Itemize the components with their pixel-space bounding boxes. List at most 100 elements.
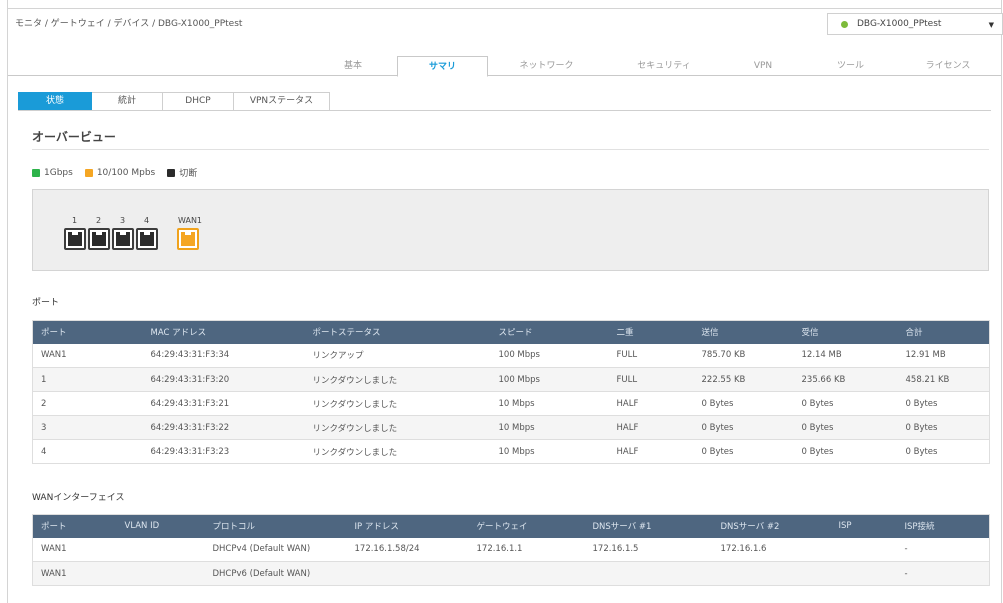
column-header[interactable]: ポート — [33, 515, 117, 538]
cell: WAN1 — [32, 561, 117, 586]
cell: WAN1 — [32, 343, 143, 368]
column-header[interactable]: 受信 — [794, 321, 898, 344]
black-swatch-icon — [167, 168, 176, 177]
cell: 10 Mbps — [490, 415, 609, 440]
port-label: 1 — [72, 216, 78, 225]
cell: - — [896, 561, 990, 586]
column-header[interactable]: 二重 — [609, 321, 694, 344]
legend-label: 切断 — [179, 169, 198, 179]
cell: 3 — [32, 415, 143, 440]
column-header[interactable]: ISP — [831, 515, 897, 538]
port-panel: 1 2 3 4 WAN1 — [32, 189, 989, 271]
cell: 0 Bytes — [793, 415, 898, 440]
column-header[interactable]: ゲートウェイ — [469, 515, 585, 538]
column-header[interactable]: 合計 — [898, 321, 990, 344]
tab-basic[interactable]: 基本 — [308, 56, 398, 76]
subtab-statistics[interactable]: 統計 — [92, 92, 163, 111]
port-label: 3 — [120, 216, 126, 225]
table-row[interactable]: 3 64:29:43:31:F3:22 リンクダウンしました 10 Mbps H… — [32, 415, 990, 440]
ports-table-title: ポート — [32, 298, 60, 308]
ethernet-port-icon[interactable] — [112, 228, 134, 250]
column-header[interactable]: スピード — [491, 321, 609, 344]
column-header[interactable]: プロトコル — [205, 515, 347, 538]
column-header[interactable]: DNSサーバ #2 — [713, 515, 831, 538]
cell: FULL — [608, 367, 694, 392]
table-header-row: ポート MAC アドレス ポートステータス スピード 二重 送信 受信 合計 — [32, 320, 990, 344]
legend-item-10-100: 10/100 Mpbs — [84, 167, 156, 178]
cell — [712, 561, 831, 586]
legend-item-1gbps: 1Gbps — [32, 168, 73, 178]
port-label: WAN1 — [178, 216, 203, 225]
table-row[interactable]: WAN1 DHCPv4 (Default WAN) 172.16.1.58/24… — [32, 537, 990, 562]
table-row[interactable]: 1 64:29:43:31:F3:20 リンクダウンしました 100 Mbps … — [32, 367, 990, 392]
column-header[interactable]: DNSサーバ #1 — [585, 515, 713, 538]
cell: - — [896, 537, 990, 562]
overview-divider — [32, 149, 989, 150]
frame-left-border — [7, 0, 8, 603]
cell: HALF — [608, 391, 694, 416]
cell: 12.14 MB — [793, 343, 898, 368]
column-header[interactable]: MAC アドレス — [143, 321, 305, 344]
cell: FULL — [608, 343, 694, 368]
cell: 0 Bytes — [897, 415, 990, 440]
cell: 172.16.1.5 — [584, 537, 713, 562]
legend-label: 1Gbps — [44, 167, 73, 178]
cell: 172.16.1.6 — [712, 537, 831, 562]
subtab-dhcp[interactable]: DHCP — [163, 92, 234, 111]
cell: 172.16.1.58/24 — [346, 537, 469, 562]
column-header[interactable]: ポートステータス — [305, 321, 491, 344]
cell: 0 Bytes — [693, 439, 794, 464]
cell: 64:29:43:31:F3:21 — [142, 391, 305, 416]
cell — [830, 561, 897, 586]
cell: 0 Bytes — [793, 391, 898, 416]
breadcrumb[interactable]: モニタ / ゲートウェイ / デバイス / DBG-X1000_PPtest — [15, 16, 242, 29]
column-header[interactable]: IP アドレス — [347, 515, 469, 538]
cell: リンクダウンしました — [304, 367, 491, 392]
cell: WAN1 — [32, 537, 117, 562]
ethernet-port-icon[interactable] — [64, 228, 86, 250]
cell — [584, 561, 713, 586]
cell: 100 Mbps — [490, 367, 609, 392]
status-dot-icon — [841, 20, 848, 28]
device-select-value: DBG-X1000_PPtest — [857, 19, 942, 29]
table-row[interactable]: 4 64:29:43:31:F3:23 リンクダウンしました 10 Mbps H… — [32, 439, 990, 464]
column-header[interactable]: ISP接続 — [897, 515, 990, 538]
table-row[interactable]: WAN1 64:29:43:31:F3:34 リンクアップ 100 Mbps F… — [32, 343, 990, 368]
cell — [116, 561, 205, 586]
cell: 10 Mbps — [490, 439, 609, 464]
cell: 64:29:43:31:F3:20 — [142, 367, 305, 392]
cell: 172.16.1.1 — [468, 537, 585, 562]
tab-security[interactable]: セキュリティ — [605, 56, 723, 76]
column-header[interactable]: 送信 — [694, 321, 794, 344]
tab-summary[interactable]: サマリ — [397, 56, 488, 77]
tab-license[interactable]: ライセンス — [898, 56, 998, 76]
cell: リンクダウンしました — [304, 415, 491, 440]
cell: 0 Bytes — [693, 415, 794, 440]
ethernet-port-icon[interactable] — [88, 228, 110, 250]
cell: 10 Mbps — [490, 391, 609, 416]
subtab-vpn-status[interactable]: VPNステータス — [234, 92, 330, 111]
subtab-status[interactable]: 状態 — [18, 92, 92, 111]
cell — [830, 537, 897, 562]
wan-port-icon[interactable] — [177, 228, 199, 250]
column-header[interactable]: VLAN ID — [117, 515, 205, 538]
ethernet-port-icon[interactable] — [136, 228, 158, 250]
table-row[interactable]: WAN1 DHCPv6 (Default WAN) - — [32, 561, 990, 586]
device-select[interactable]: DBG-X1000_PPtest ▼ — [827, 13, 1003, 35]
cell: 222.55 KB — [693, 367, 794, 392]
cell: 64:29:43:31:F3:23 — [142, 439, 305, 464]
cell: 0 Bytes — [897, 439, 990, 464]
cell: HALF — [608, 439, 694, 464]
tab-network[interactable]: ネットワーク — [488, 56, 605, 76]
port-label: 2 — [96, 216, 102, 225]
tab-tools[interactable]: ツール — [803, 56, 898, 76]
speed-legend: 1Gbps 10/100 Mpbs 切断 — [32, 166, 209, 179]
cell: リンクダウンしました — [304, 391, 491, 416]
cell — [346, 561, 469, 586]
cell: HALF — [608, 415, 694, 440]
frame-right-border — [1001, 0, 1002, 603]
tab-vpn[interactable]: VPN — [723, 56, 803, 76]
legend-label: 10/100 Mpbs — [96, 167, 156, 178]
table-row[interactable]: 2 64:29:43:31:F3:21 リンクダウンしました 10 Mbps H… — [32, 391, 990, 416]
column-header[interactable]: ポート — [33, 321, 143, 344]
